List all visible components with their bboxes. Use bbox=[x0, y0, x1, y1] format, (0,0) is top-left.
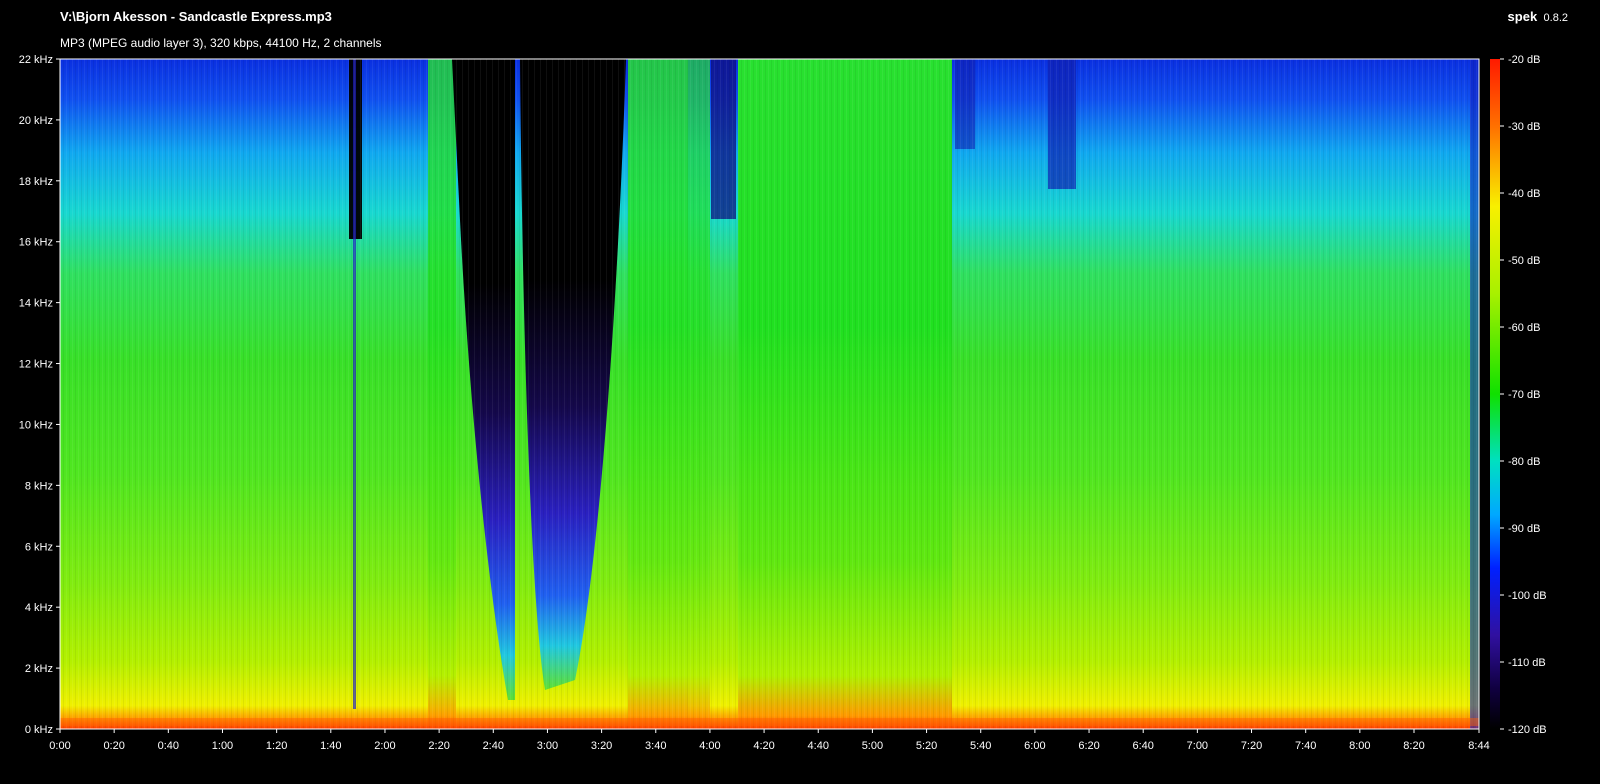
time-tick-label: 2:40 bbox=[483, 740, 504, 752]
db-tick-label: -20 dB bbox=[1508, 54, 1540, 66]
time-tick-label: 4:40 bbox=[808, 740, 829, 752]
db-tick-label: -80 dB bbox=[1508, 456, 1540, 468]
freq-tick-label: 2 kHz bbox=[25, 663, 53, 675]
time-tick-label: 5:00 bbox=[862, 740, 883, 752]
spectrogram-plot[interactable] bbox=[60, 59, 1479, 729]
db-color-scale bbox=[1490, 59, 1500, 729]
spectrogram-view: 22 kHz 20 kHz 18 kHz 16 kHz 14 kHz 12 kHz 10 k… bbox=[19, 54, 1547, 752]
time-tick-label: 3:20 bbox=[591, 740, 612, 752]
time-tick-label: 8:44 bbox=[1468, 740, 1489, 752]
freq-tick-label: 20 kHz bbox=[19, 115, 53, 127]
db-tick-label: -30 dB bbox=[1508, 121, 1540, 133]
file-title: V:\Bjorn Akesson - Sandcastle Express.mp… bbox=[60, 9, 332, 24]
app-brand: spek 0.8.2 bbox=[1508, 9, 1568, 24]
db-tick-label: -50 dB bbox=[1508, 255, 1540, 267]
freq-tick-label: 12 kHz bbox=[19, 359, 53, 371]
time-axis: 0:00 0:20 0:40 1:00 1:20 1:40 2:00 2:20 2:40 3:00… bbox=[49, 729, 1490, 752]
time-tick-label: 2:00 bbox=[374, 740, 395, 752]
db-tick-label: -90 dB bbox=[1508, 523, 1540, 535]
db-tick-label: -70 dB bbox=[1508, 389, 1540, 401]
freq-tick-label: 0 kHz bbox=[25, 724, 53, 736]
time-tick-label: 7:40 bbox=[1295, 740, 1316, 752]
freq-tick-label: 4 kHz bbox=[25, 602, 53, 614]
time-tick-label: 4:00 bbox=[699, 740, 720, 752]
frequency-axis: 22 kHz 20 kHz 18 kHz 16 kHz 14 kHz 12 kHz 10 k… bbox=[19, 54, 60, 736]
db-tick-label: -40 dB bbox=[1508, 188, 1540, 200]
time-tick-label: 5:20 bbox=[916, 740, 937, 752]
time-tick-label: 1:20 bbox=[266, 740, 287, 752]
time-tick-label: 0:40 bbox=[158, 740, 179, 752]
time-tick-label: 4:20 bbox=[753, 740, 774, 752]
time-tick-label: 8:00 bbox=[1349, 740, 1370, 752]
freq-tick-label: 10 kHz bbox=[19, 419, 53, 431]
app-version: 0.8.2 bbox=[1543, 12, 1568, 24]
time-tick-label: 6:20 bbox=[1078, 740, 1099, 752]
time-tick-label: 0:20 bbox=[103, 740, 124, 752]
db-tick-label: -110 dB bbox=[1508, 657, 1546, 669]
freq-tick-label: 22 kHz bbox=[19, 54, 53, 66]
freq-tick-label: 18 kHz bbox=[19, 176, 53, 188]
db-tick-label: -60 dB bbox=[1508, 322, 1540, 334]
spek-window: 22 kHz 20 kHz 18 kHz 16 kHz 14 kHz 12 kHz 10 k… bbox=[0, 0, 1600, 784]
freq-tick-label: 6 kHz bbox=[25, 541, 53, 553]
freq-tick-label: 14 kHz bbox=[19, 298, 53, 310]
freq-tick-label: 16 kHz bbox=[19, 237, 53, 249]
time-tick-label: 1:00 bbox=[212, 740, 233, 752]
db-tick-label: -100 dB bbox=[1508, 590, 1547, 602]
time-tick-label: 1:40 bbox=[320, 740, 341, 752]
time-tick-label: 7:00 bbox=[1187, 740, 1208, 752]
time-tick-label: 6:00 bbox=[1024, 740, 1045, 752]
time-tick-label: 3:00 bbox=[537, 740, 558, 752]
db-tick-label: -120 dB bbox=[1508, 724, 1547, 736]
freq-tick-label: 8 kHz bbox=[25, 480, 53, 492]
time-tick-label: 3:40 bbox=[645, 740, 666, 752]
time-tick-label: 8:20 bbox=[1403, 740, 1424, 752]
time-tick-label: 7:20 bbox=[1241, 740, 1262, 752]
time-tick-label: 5:40 bbox=[970, 740, 991, 752]
time-tick-label: 2:20 bbox=[428, 740, 449, 752]
app-name: spek bbox=[1507, 9, 1538, 24]
db-axis: -20 dB -30 dB -40 dB -50 dB -60 dB -70 dB -80 … bbox=[1500, 54, 1547, 736]
file-info: MP3 (MPEG audio layer 3), 320 kbps, 4410… bbox=[60, 36, 382, 50]
time-tick-label: 0:00 bbox=[49, 740, 70, 752]
time-tick-label: 6:40 bbox=[1132, 740, 1153, 752]
